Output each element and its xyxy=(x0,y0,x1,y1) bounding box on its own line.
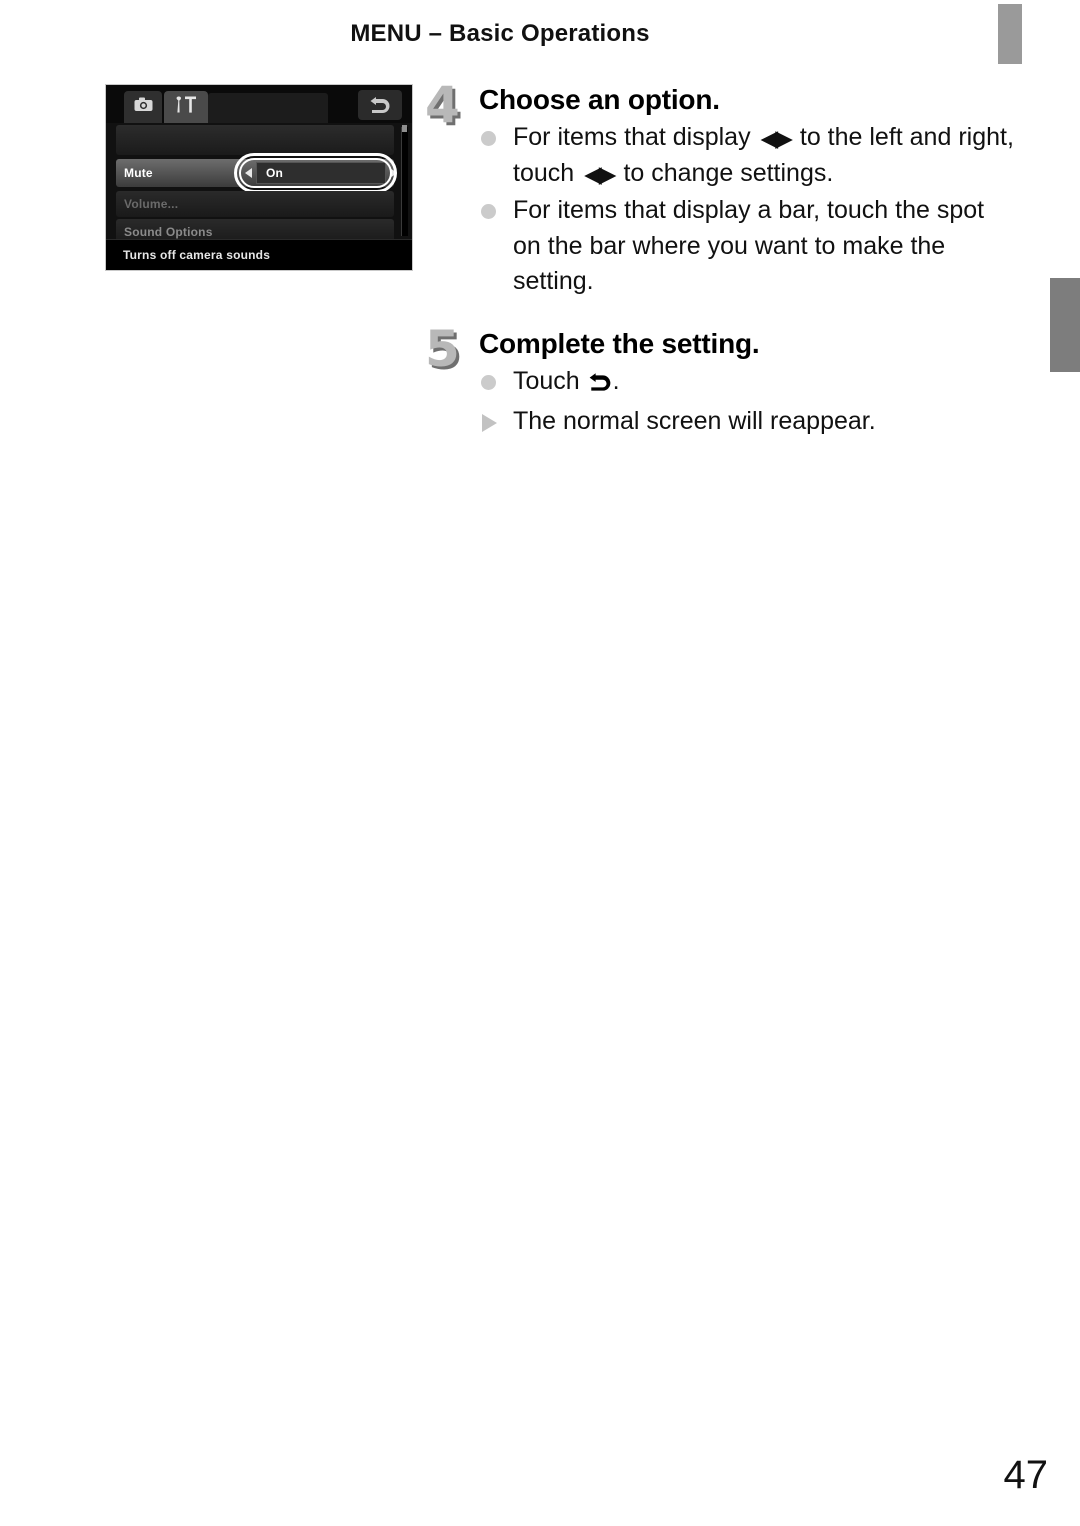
step-title: Complete the setting. xyxy=(479,327,760,359)
bullet-item: For items that display a bar, touch the … xyxy=(479,193,1015,300)
camera-menu-list: Mute On Volume... Sound Options xyxy=(106,123,412,245)
touch-highlight-ring-inner xyxy=(239,158,392,188)
camera-menu-row-label: Mute xyxy=(124,166,153,180)
camera-menu-row-label: Volume... xyxy=(124,197,179,211)
bullet-dot-icon xyxy=(481,131,496,147)
bullet-item: The normal screen will reappear. xyxy=(479,404,1015,440)
bullet-item: For items that display ◀▶ to the left an… xyxy=(479,120,1015,191)
camera-menu-row-blank xyxy=(116,125,394,155)
camera-tab-filler xyxy=(208,93,328,123)
return-arrow-icon xyxy=(587,367,613,403)
bullet-dot-icon xyxy=(481,204,496,220)
page-header: MENU – Basic Operations xyxy=(350,20,650,47)
camera-hint-text: Turns off camera sounds xyxy=(123,248,271,262)
bullet-text: For items that display a bar, touch the … xyxy=(513,196,985,296)
step-5: 5 Complete the setting. Touch . The norm… xyxy=(425,324,1015,440)
camera-scrollbar-thumb[interactable] xyxy=(402,125,407,132)
camera-tab-shooting[interactable] xyxy=(124,91,162,123)
page-number: 47 xyxy=(1003,1453,1049,1497)
left-right-arrows-icon: ◀▶ xyxy=(584,160,616,187)
camera-tab-bar xyxy=(106,85,412,123)
bullet-item: Touch . xyxy=(479,364,1015,403)
left-right-arrows-icon: ◀▶ xyxy=(760,125,793,152)
step-bullet-list: For items that display ◀▶ to the left an… xyxy=(479,120,1015,300)
step-number: 5 xyxy=(425,319,460,378)
step-title: Choose an option. xyxy=(479,84,720,115)
bullet-text: The normal screen will reappear. xyxy=(513,407,876,436)
step-body: Complete the setting. Touch . The normal… xyxy=(425,328,1015,440)
bullet-dot-icon xyxy=(481,374,496,390)
camera-icon xyxy=(134,97,153,117)
step-number: 4 xyxy=(425,76,460,134)
top-tab-marker xyxy=(998,4,1022,64)
steps-container: 4 Choose an option. For items that displ… xyxy=(425,80,1015,440)
step-bullet-list: Touch . The normal screen will reappear. xyxy=(479,364,1015,440)
bullet-text: For items that display ◀▶ to the left an… xyxy=(513,123,1014,187)
side-tab-marker xyxy=(1050,278,1080,372)
return-arrow-icon xyxy=(369,96,391,114)
camera-scrollbar[interactable] xyxy=(401,127,408,236)
camera-tab-setup[interactable] xyxy=(164,91,208,123)
camera-menu-row-volume[interactable]: Volume... xyxy=(116,191,394,217)
step-4: 4 Choose an option. For items that displ… xyxy=(425,80,1015,300)
bullet-triangle-icon xyxy=(482,414,497,433)
camera-back-button[interactable] xyxy=(358,90,402,120)
step-body: Choose an option. For items that display… xyxy=(425,84,1015,300)
camera-hint-bar: Turns off camera sounds xyxy=(106,239,412,270)
camera-screen-illustration: Mute On Volume... Sound Options Turns of… xyxy=(105,84,413,271)
tools-icon xyxy=(174,96,198,118)
camera-menu-row-label: Sound Options xyxy=(124,225,213,239)
bullet-text: Touch . xyxy=(513,367,620,395)
